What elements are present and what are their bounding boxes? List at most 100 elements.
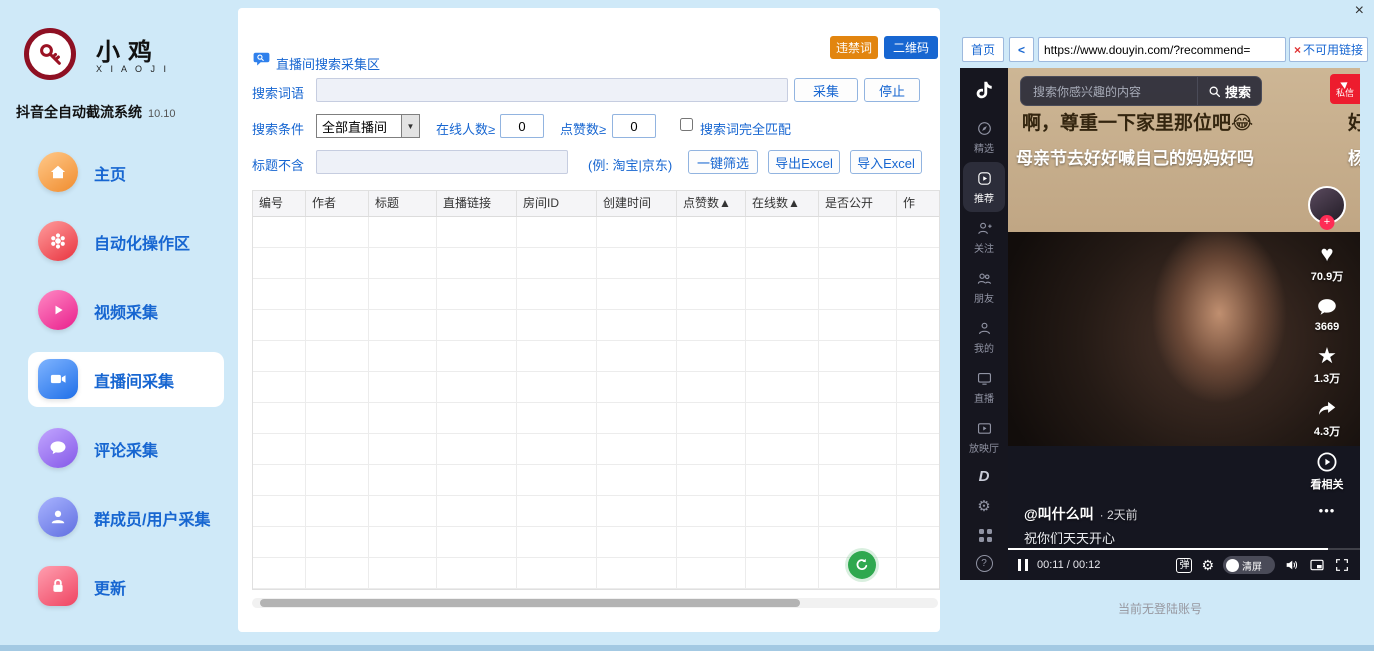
export-excel-button[interactable]: 导出Excel bbox=[768, 150, 840, 174]
clear-screen-toggle[interactable]: 清屏 bbox=[1223, 556, 1275, 574]
likes-count-input[interactable] bbox=[612, 114, 656, 138]
douyin-nav-follow[interactable]: 关注 bbox=[963, 212, 1005, 262]
table-header-extra[interactable]: 作 bbox=[897, 191, 939, 216]
likes-count-label: 点赞数≥ bbox=[560, 119, 606, 138]
sidebar-item-home[interactable]: 主页 bbox=[0, 138, 238, 207]
douyin-nav-friends[interactable]: 朋友 bbox=[963, 262, 1005, 312]
table-header-title[interactable]: 标题 bbox=[369, 191, 437, 216]
author-avatar[interactable]: + bbox=[1308, 186, 1346, 224]
search-condition-label: 搜索条件 bbox=[252, 119, 304, 138]
embedded-browser: 啊，尊重一下家里那位吧😂 母亲节去好好喊自己的妈妈好吗 好 杨 精选 推荐 关注… bbox=[960, 68, 1360, 580]
people-icon bbox=[976, 270, 993, 287]
online-count-label: 在线人数≥ bbox=[436, 119, 495, 138]
table-body-empty bbox=[253, 217, 939, 589]
import-excel-button[interactable]: 导入Excel bbox=[850, 150, 922, 174]
peek-text-bottom: 杨 bbox=[1348, 144, 1360, 169]
lock-icon bbox=[38, 566, 78, 606]
douyin-left-nav: 精选 推荐 关注 朋友 我的 直播 放映厅 D ⚙ ? bbox=[960, 68, 1008, 580]
search-words-input[interactable] bbox=[316, 78, 788, 102]
url-input[interactable] bbox=[1038, 37, 1286, 62]
comment-icon bbox=[1316, 295, 1338, 319]
sidebar-item-liveroom-collect[interactable]: 直播间采集 bbox=[0, 345, 238, 414]
theater-icon bbox=[976, 420, 993, 437]
settings-gear-icon[interactable]: ⚙ bbox=[977, 491, 990, 520]
key-icon bbox=[36, 40, 64, 68]
help-icon[interactable]: ? bbox=[976, 549, 993, 578]
related-button[interactable]: 看相关 bbox=[1311, 450, 1344, 492]
overlay-text-line1: 啊，尊重一下家里那位吧😂 bbox=[1022, 108, 1253, 135]
browser-back-button[interactable]: < bbox=[1009, 37, 1034, 62]
online-count-input[interactable] bbox=[500, 114, 544, 138]
invalid-link-button[interactable]: × 不可用链接 bbox=[1289, 37, 1368, 62]
app-version: 10.10 bbox=[148, 108, 176, 120]
banned-words-button[interactable]: 违禁词 bbox=[830, 36, 878, 59]
sidebar-nav: 主页 自动化操作区 视频采集 直播间采集 bbox=[0, 138, 238, 621]
scrollbar-thumb[interactable] bbox=[260, 599, 800, 607]
douyin-logo-icon[interactable] bbox=[973, 68, 995, 112]
qrcode-button[interactable]: 二维码 bbox=[884, 36, 938, 59]
stop-button[interactable]: 停止 bbox=[864, 78, 920, 102]
douyin-d-logo-icon[interactable]: D bbox=[979, 462, 990, 491]
exact-match-label: 搜索词完全匹配 bbox=[700, 119, 791, 138]
follow-plus-button[interactable]: + bbox=[1320, 215, 1335, 230]
window-close-icon[interactable]: × bbox=[1355, 2, 1364, 20]
title-exclude-label: 标题不含 bbox=[252, 155, 304, 174]
douyin-nav-live[interactable]: 直播 bbox=[963, 362, 1005, 412]
favorite-count: 1.3万 bbox=[1314, 370, 1340, 386]
user-icon bbox=[38, 497, 78, 537]
favorite-button[interactable]: ★ 1.3万 bbox=[1314, 344, 1340, 386]
player-settings-icon[interactable]: ⚙ bbox=[1201, 557, 1214, 574]
exact-match-checkbox[interactable] bbox=[680, 118, 693, 131]
refresh-button[interactable] bbox=[848, 551, 876, 579]
condition-select[interactable]: 全部直播间 ▼ bbox=[316, 114, 420, 138]
douyin-nav-recommend[interactable]: 推荐 bbox=[963, 162, 1005, 212]
like-button[interactable]: ♥ 70.9万 bbox=[1311, 242, 1343, 284]
chevron-down-icon[interactable]: ▼ bbox=[401, 115, 419, 137]
table-header-is-public[interactable]: 是否公开 bbox=[819, 191, 897, 216]
pip-icon[interactable] bbox=[1309, 557, 1325, 573]
douyin-search-input[interactable]: 搜索你感兴趣的内容 搜索 bbox=[1020, 76, 1262, 106]
table-header-create-time[interactable]: 创建时间 bbox=[597, 191, 677, 216]
liveroom-collect-panel: 直播间搜索采集区 违禁词 二维码 搜索词语 采集 停止 搜索条件 全部直播间 ▼… bbox=[238, 8, 940, 632]
sidebar-item-comment-collect[interactable]: 评论采集 bbox=[0, 414, 238, 483]
douyin-nav-featured[interactable]: 精选 bbox=[963, 112, 1005, 162]
browser-home-button[interactable]: 首页 bbox=[962, 37, 1004, 62]
table-header-online-sort[interactable]: 在线数▲ bbox=[746, 191, 819, 216]
window-bottom-edge bbox=[0, 645, 1374, 651]
sidebar-item-user-collect[interactable]: 群成员/用户采集 bbox=[0, 483, 238, 552]
volume-icon[interactable] bbox=[1284, 557, 1300, 573]
douyin-nav-theater[interactable]: 放映厅 bbox=[963, 412, 1005, 462]
more-button[interactable]: ••• bbox=[1319, 503, 1336, 518]
sidebar-item-update[interactable]: 更新 bbox=[0, 552, 238, 621]
example-hint: (例: 淘宝|京东) bbox=[588, 155, 672, 174]
comment-button[interactable]: 3669 bbox=[1315, 295, 1339, 333]
table-header-number[interactable]: 编号 bbox=[253, 191, 306, 216]
share-button[interactable]: 4.3万 bbox=[1314, 397, 1340, 439]
comment-bubble-icon bbox=[38, 428, 78, 468]
search-icon bbox=[1208, 85, 1221, 98]
sidebar-item-video-collect[interactable]: 视频采集 bbox=[0, 276, 238, 345]
video-caption: 祝你们天天开心 bbox=[1024, 528, 1115, 547]
fullscreen-icon[interactable] bbox=[1334, 557, 1350, 573]
sidebar-item-automation[interactable]: 自动化操作区 bbox=[0, 207, 238, 276]
douyin-nav-mine[interactable]: 我的 bbox=[963, 312, 1005, 362]
play-square-icon bbox=[976, 170, 993, 187]
like-count: 70.9万 bbox=[1311, 268, 1343, 284]
horizontal-scrollbar[interactable] bbox=[252, 598, 938, 608]
table-header-author[interactable]: 作者 bbox=[306, 191, 369, 216]
title-exclude-input[interactable] bbox=[316, 150, 568, 174]
play-circle-icon bbox=[1315, 450, 1339, 474]
collect-button[interactable]: 采集 bbox=[794, 78, 858, 102]
pause-icon[interactable] bbox=[1018, 559, 1028, 571]
section-title: 直播间搜索采集区 bbox=[276, 54, 380, 73]
table-header-room-id[interactable]: 房间ID bbox=[517, 191, 597, 216]
table-header-likes-sort[interactable]: 点赞数▲ bbox=[677, 191, 746, 216]
douyin-search-button[interactable]: 搜索 bbox=[1197, 77, 1261, 105]
one-key-filter-button[interactable]: 一键筛选 bbox=[688, 150, 758, 174]
table-header-row: 编号 作者 标题 直播链接 房间ID 创建时间 点赞数▲ 在线数▲ 是否公开 作 bbox=[253, 191, 939, 217]
app-subtitle: X I A O J I bbox=[96, 64, 169, 74]
table-header-live-link[interactable]: 直播链接 bbox=[437, 191, 517, 216]
danmaku-toggle[interactable]: 弹 bbox=[1176, 558, 1192, 573]
video-author[interactable]: @叫什么叫· 2天前 bbox=[1024, 504, 1138, 524]
direct-message-badge[interactable]: 私信 bbox=[1330, 74, 1360, 104]
